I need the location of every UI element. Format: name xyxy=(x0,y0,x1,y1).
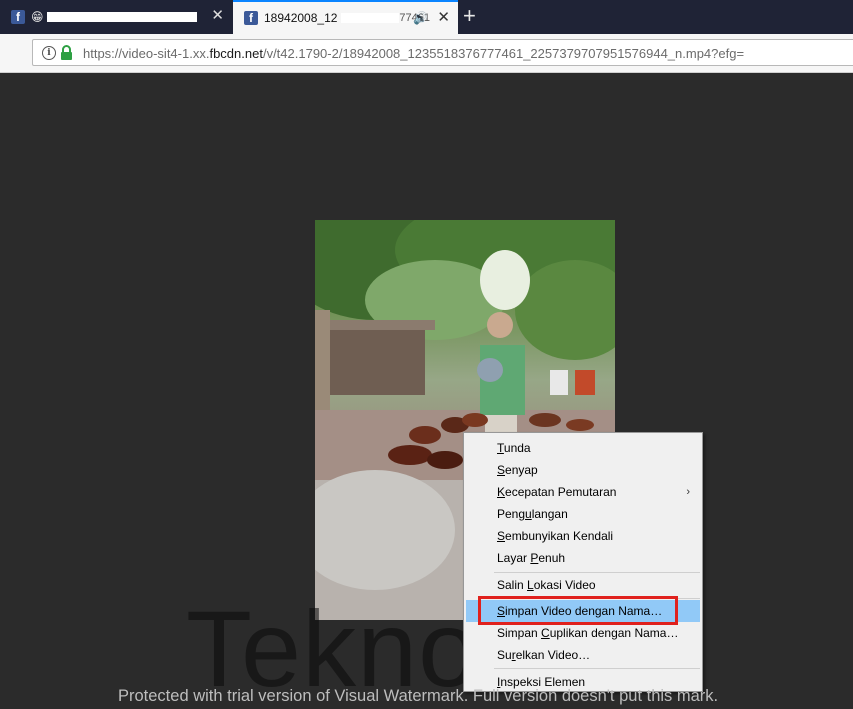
url-text[interactable]: https://video-sit4-1.xx.fbcdn.net/v/t42.… xyxy=(83,46,853,61)
menu-separator xyxy=(494,572,700,573)
tab-strip: f 😁 ✕ f 18942008_12 77461 🔊 ✕ + xyxy=(0,0,853,34)
menu-separator xyxy=(494,668,700,669)
menu-item-copy-video-location[interactable]: Salin Lokasi Video xyxy=(466,574,700,596)
watermark-notice: Protected with trial version of Visual W… xyxy=(118,687,719,705)
menu-item-fullscreen[interactable]: Layar Penuh xyxy=(466,547,700,569)
menu-item-senyap[interactable]: Senyap xyxy=(466,459,700,481)
tab-title: 18942008_12 xyxy=(264,11,338,25)
close-icon[interactable]: ✕ xyxy=(211,8,224,24)
menu-item-hide-controls[interactable]: Sembunyikan Kendali xyxy=(466,525,700,547)
tab-title-redacted xyxy=(341,13,400,23)
menu-item-save-snapshot-as[interactable]: Simpan Cuplikan dengan Nama… xyxy=(466,622,700,644)
address-bar[interactable]: i https://video-sit4-1.xx.fbcdn.net/v/t4… xyxy=(32,39,853,66)
speaker-icon[interactable]: 🔊 xyxy=(413,11,428,25)
menu-item-email-video[interactable]: Surelkan Video… xyxy=(466,644,700,666)
new-tab-button[interactable]: + xyxy=(463,3,476,29)
lock-icon[interactable] xyxy=(60,45,73,60)
menu-item-loop[interactable]: Pengulangan xyxy=(466,503,700,525)
info-icon[interactable]: i xyxy=(42,46,56,60)
annotation-highlight-box xyxy=(478,596,678,625)
close-icon[interactable]: ✕ xyxy=(437,10,450,26)
tab-video[interactable]: f 18942008_12 77461 🔊 ✕ xyxy=(233,0,458,34)
emoji-icon: 😁 xyxy=(31,10,44,24)
menu-item-tunda[interactable]: Tunda xyxy=(466,437,700,459)
chevron-right-icon: › xyxy=(686,486,690,498)
facebook-icon: f xyxy=(11,10,25,24)
facebook-icon: f xyxy=(244,11,258,25)
tab-title-redacted xyxy=(46,12,197,22)
context-menu: Tunda Senyap Kecepatan Pemutaran › Pengul… xyxy=(463,432,703,692)
url-domain: fbcdn.net xyxy=(209,46,263,61)
navigation-bar: i https://video-sit4-1.xx.fbcdn.net/v/t4… xyxy=(0,34,853,73)
tab-facebook[interactable]: f 😁 ✕ xyxy=(0,0,232,34)
menu-item-playback-speed[interactable]: Kecepatan Pemutaran › xyxy=(466,481,700,503)
url-prefix: https://video-sit4-1.xx. xyxy=(83,46,210,61)
url-path: /v/t42.1790-2/18942008_1235518376777461_… xyxy=(262,46,745,61)
